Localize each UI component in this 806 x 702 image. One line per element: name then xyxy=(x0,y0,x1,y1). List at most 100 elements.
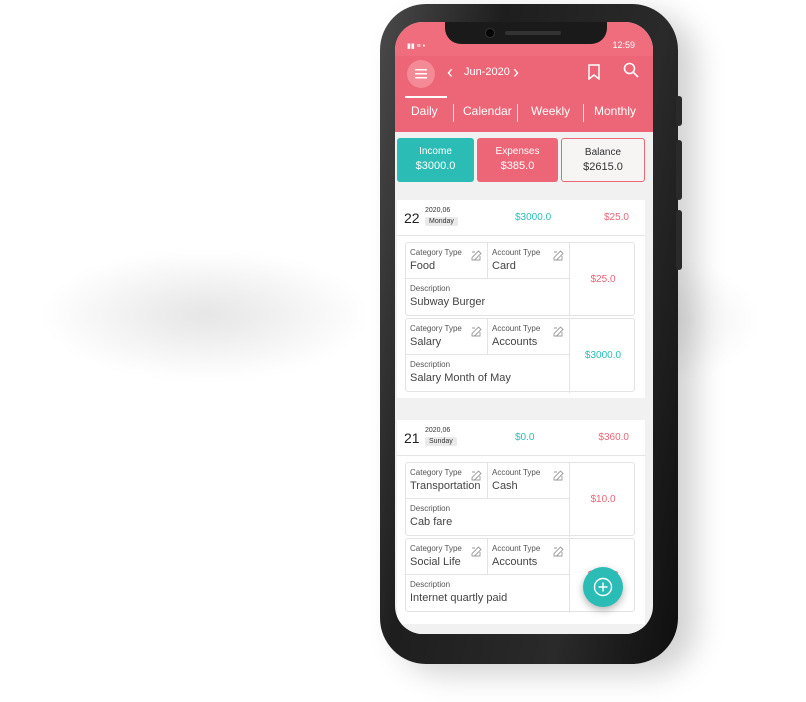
account-label: Account Type xyxy=(492,468,541,477)
description-value: Subway Burger xyxy=(410,296,486,308)
edit-icon[interactable] xyxy=(553,470,564,481)
tab-monthly[interactable]: Monthly xyxy=(594,104,636,118)
summary-bar: Income $3000.0 Expenses $385.0 Balance $… xyxy=(395,132,653,186)
account-label: Account Type xyxy=(492,248,541,257)
notch xyxy=(445,22,607,44)
expenses-summary[interactable]: Expenses $385.0 xyxy=(477,138,558,182)
day-date: 2020,06 xyxy=(425,427,451,434)
description-value: Cab fare xyxy=(410,516,453,528)
tab-divider xyxy=(517,104,518,122)
status-time: 12:59 xyxy=(612,40,635,50)
description-label: Description xyxy=(410,284,451,293)
account-cell[interactable]: Account Type Card xyxy=(488,243,570,279)
category-cell[interactable]: Category Type Social Life xyxy=(406,539,488,575)
description-cell[interactable]: Description Cab fare xyxy=(406,499,570,537)
category-value: Transportation xyxy=(410,480,481,492)
description-cell[interactable]: Description Salary Month of May xyxy=(406,355,570,393)
description-value: Salary Month of May xyxy=(410,372,511,384)
bottom-edge xyxy=(395,624,653,634)
side-button-volume xyxy=(676,140,682,200)
menu-button[interactable] xyxy=(407,60,435,88)
app-bar: ‹ Jun-2020 › xyxy=(395,56,653,96)
day-income: $0.0 xyxy=(515,432,535,443)
day-header: 21 2020,06 Sunday $0.0 $360.0 xyxy=(397,420,645,456)
edit-icon[interactable] xyxy=(553,546,564,557)
income-value: $3000.0 xyxy=(415,160,456,172)
category-label: Category Type xyxy=(410,544,462,553)
add-transaction-button[interactable] xyxy=(583,567,623,607)
day-weekday: Monday xyxy=(425,217,458,226)
search-icon[interactable] xyxy=(623,62,639,78)
transaction-entry[interactable]: Category Type Transportation Account Typ… xyxy=(405,462,635,537)
account-label: Account Type xyxy=(492,544,541,553)
category-value: Social Life xyxy=(410,556,461,568)
background-shadow xyxy=(40,250,370,380)
account-value: Cash xyxy=(492,480,518,492)
day-card: 22 2020,06 Monday $3000.0 $25.0 Category… xyxy=(397,200,645,398)
day-date: 2020,06 xyxy=(425,207,451,214)
description-cell[interactable]: Description Internet quartly paid xyxy=(406,575,570,613)
camera-icon xyxy=(485,28,495,38)
bookmark-icon[interactable] xyxy=(588,64,600,80)
edit-icon[interactable] xyxy=(471,470,482,481)
edit-icon[interactable] xyxy=(553,326,564,337)
category-label: Category Type xyxy=(410,324,462,333)
day-expense: $25.0 xyxy=(603,212,629,223)
entry-amount: $25.0 xyxy=(590,274,616,285)
description-label: Description xyxy=(410,360,451,369)
tab-weekly[interactable]: Weekly xyxy=(531,104,570,118)
expenses-label: Expenses xyxy=(495,146,540,157)
category-value: Food xyxy=(410,260,436,272)
account-cell[interactable]: Account Type Accounts xyxy=(488,319,570,355)
description-cell[interactable]: Description Subway Burger xyxy=(406,279,570,317)
category-cell[interactable]: Category Type Salary xyxy=(406,319,488,355)
description-label: Description xyxy=(410,504,451,513)
month-label[interactable]: Jun-2020 xyxy=(464,66,510,78)
entry-amount: $10.0 xyxy=(590,494,616,505)
account-value: Accounts xyxy=(492,556,538,568)
description-value: Internet quartly paid xyxy=(410,592,508,604)
chevron-right-icon[interactable]: › xyxy=(513,62,519,82)
account-cell[interactable]: Account Type Accounts xyxy=(488,539,570,575)
tab-divider xyxy=(583,104,584,122)
account-cell[interactable]: Account Type Cash xyxy=(488,463,570,499)
income-summary[interactable]: Income $3000.0 xyxy=(397,138,474,182)
chevron-left-icon[interactable]: ‹ xyxy=(447,62,453,82)
plus-circle-icon xyxy=(593,577,613,597)
day-number: 22 xyxy=(404,210,420,226)
hamburger-icon xyxy=(415,69,427,79)
edit-icon[interactable] xyxy=(471,326,482,337)
description-label: Description xyxy=(410,580,451,589)
balance-label: Balance xyxy=(584,147,622,158)
account-label: Account Type xyxy=(492,324,541,333)
side-button-top xyxy=(676,96,682,126)
category-label: Category Type xyxy=(410,468,462,477)
balance-value: $2615.0 xyxy=(583,161,623,173)
day-weekday: Sunday xyxy=(425,437,457,446)
day-expense: $360.0 xyxy=(598,432,629,443)
category-cell[interactable]: Category Type Food xyxy=(406,243,488,279)
income-label: Income xyxy=(419,146,452,157)
tab-calendar[interactable]: Calendar xyxy=(463,104,512,118)
speaker xyxy=(505,31,561,35)
edit-icon[interactable] xyxy=(471,546,482,557)
side-button-power xyxy=(676,210,682,270)
category-label: Category Type xyxy=(410,248,462,257)
day-number: 21 xyxy=(404,430,420,446)
expenses-value: $385.0 xyxy=(500,160,535,172)
edit-icon[interactable] xyxy=(471,250,482,261)
app-screen: ▮▮ ≡ • 12:59 ‹ Jun-2020 › Daily Calendar… xyxy=(395,22,653,634)
day-income: $3000.0 xyxy=(515,212,552,223)
transaction-entry[interactable]: Category Type Food Account Type Card Des… xyxy=(405,242,635,317)
signal-wifi-icons: ▮▮ ≡ • xyxy=(407,43,426,50)
category-value: Salary xyxy=(410,336,442,348)
view-tabs: Daily Calendar Weekly Monthly xyxy=(395,96,653,132)
entry-amount: $3000.0 xyxy=(584,350,622,361)
balance-summary[interactable]: Balance $2615.0 xyxy=(561,138,645,182)
edit-icon[interactable] xyxy=(553,250,564,261)
tab-daily[interactable]: Daily xyxy=(411,104,438,118)
account-value: Accounts xyxy=(492,336,538,348)
category-cell[interactable]: Category Type Transportation xyxy=(406,463,488,499)
transaction-entry[interactable]: Category Type Salary Account Type Accoun… xyxy=(405,318,635,393)
tab-divider xyxy=(453,104,454,122)
